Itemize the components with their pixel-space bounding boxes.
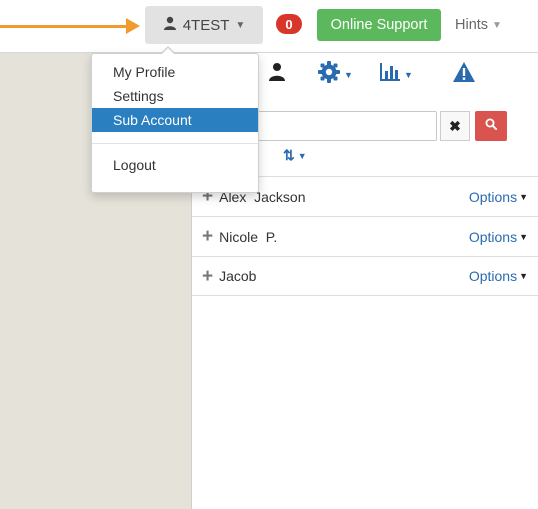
menu-item-logout[interactable]: Logout [92, 153, 258, 177]
search-button[interactable] [475, 111, 507, 141]
hints-button[interactable]: Hints ▼ [455, 14, 502, 36]
list-item[interactable]: + Jacob Options ▼ [192, 256, 538, 296]
contact-name: Nicole P. [219, 228, 278, 245]
search-icon [485, 117, 497, 135]
callout-arrow-user-menu [0, 18, 140, 34]
menu-divider [92, 143, 258, 144]
bar-chart-icon [379, 62, 401, 87]
user-icon [268, 62, 286, 87]
options-button[interactable]: Options ▼ [469, 189, 528, 205]
menu-item-sub-account[interactable]: Sub Account [92, 108, 258, 132]
user-menu-button[interactable]: 4TEST ▼ [145, 6, 263, 44]
hints-label: Hints [455, 17, 489, 33]
settings-tab[interactable]: ▼ [317, 60, 353, 89]
caret-down-icon: ▼ [492, 19, 502, 31]
sort-icon: ⇅ [283, 147, 295, 163]
arrow-head [126, 18, 140, 34]
reports-tab[interactable]: ▼ [379, 62, 413, 87]
caret-down-icon: ▼ [519, 271, 528, 281]
user-name: 4TEST [182, 16, 230, 34]
options-label: Options [468, 268, 518, 284]
alerts-tab[interactable] [452, 61, 476, 88]
plus-icon[interactable]: + [202, 267, 213, 286]
options-label: Options [468, 188, 518, 205]
gear-icon [317, 60, 341, 89]
list-item[interactable]: + Nicole P. Options ▼ [192, 216, 538, 256]
options-button[interactable]: Options ▼ [469, 229, 528, 245]
menu-item-settings[interactable]: Settings [92, 84, 258, 108]
plus-icon[interactable]: + [202, 227, 213, 246]
options-label: Options [468, 228, 518, 245]
user-tab[interactable] [268, 62, 286, 87]
caret-down-icon: ▼ [344, 69, 353, 80]
user-dropdown-menu: My Profile Settings Sub Account Logout [91, 46, 259, 193]
clear-search-button[interactable]: ✖ [440, 111, 470, 141]
menu-item-my-profile[interactable]: My Profile [92, 60, 258, 84]
notification-badge[interactable]: 0 [276, 14, 302, 34]
online-support-button[interactable]: Online Support [317, 9, 441, 41]
caret-down-icon: ▼ [519, 231, 528, 242]
caret-down-icon: ▼ [235, 19, 246, 31]
caret-down-icon: ▼ [297, 150, 307, 161]
caret-down-icon: ▼ [519, 191, 528, 202]
contact-list: + Alex Jackson Options ▼ + Nicole P. Opt… [192, 176, 538, 296]
sort-button[interactable]: ⇅ ▼ [283, 147, 307, 164]
user-icon [163, 16, 177, 34]
options-button[interactable]: Options ▼ [469, 268, 528, 284]
warning-icon [452, 61, 476, 88]
caret-down-icon: ▼ [404, 69, 413, 80]
contact-name: Jacob [219, 268, 257, 284]
